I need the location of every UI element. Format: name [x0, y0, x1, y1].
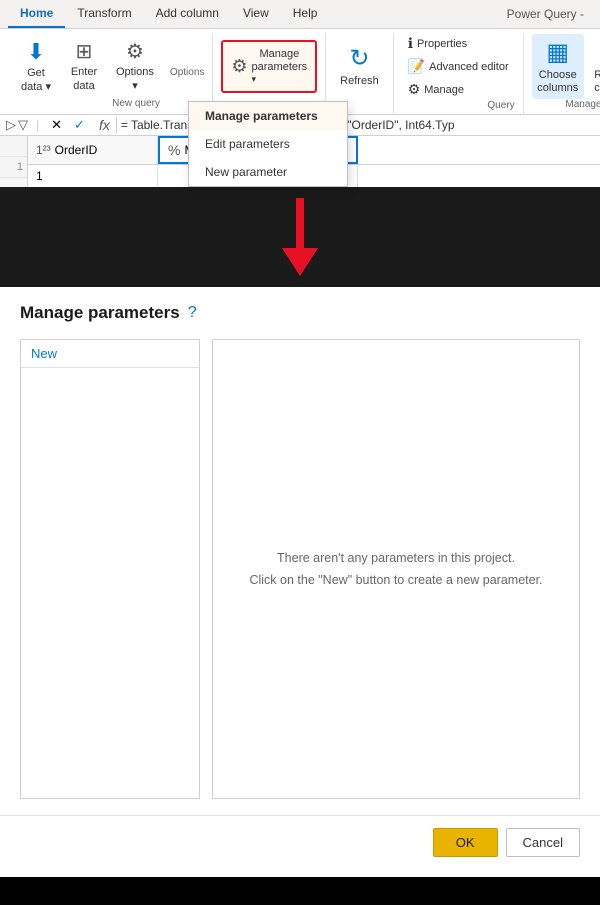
col-header-orderid[interactable]: 1²³ OrderID [28, 136, 158, 164]
dialog-header: Manage parameters ? [0, 287, 600, 331]
enter-data-label: Enterdata [71, 66, 97, 92]
tab-view[interactable]: View [231, 0, 281, 28]
formula-close-icon[interactable]: ✕ [47, 117, 66, 133]
margin-percent-icon: % [168, 142, 180, 158]
advanced-editor-button[interactable]: 📝 Advanced editor [402, 56, 515, 77]
no-params-message: There aren't any parameters in this proj… [249, 547, 542, 592]
choose-columns-icon: ▦ [546, 38, 569, 67]
manage-parameters-button[interactable]: ⚙ Manage parameters ▾ [221, 40, 317, 93]
choose-columns-label: Choose columns [537, 69, 578, 95]
group-query: ℹ Properties 📝 Advanced editor ⚙ Manage … [394, 33, 524, 114]
tab-add-column[interactable]: Add column [144, 0, 231, 28]
advanced-editor-icon: 📝 [408, 58, 425, 75]
ok-button[interactable]: OK [433, 828, 498, 857]
dialog-title: Manage parameters [20, 303, 180, 323]
refresh-button[interactable]: ↻ Refresh [334, 40, 385, 92]
col-header-label: OrderID [55, 143, 98, 157]
formula-check-icon[interactable]: ✓ [70, 117, 89, 133]
manage-columns-group-label: Manage columns [565, 99, 600, 113]
options-group-label: Options [170, 67, 204, 81]
choose-columns-button[interactable]: ▦ Choose columns [532, 34, 584, 99]
line-numbers: 1 [0, 136, 28, 187]
properties-icon: ℹ [408, 35, 413, 52]
tab-transform[interactable]: Transform [65, 0, 143, 28]
get-data-label: Getdata ▾ [21, 67, 51, 93]
line-num-header [0, 136, 27, 157]
properties-label: Properties [417, 38, 467, 50]
params-list-panel: New [20, 339, 200, 799]
ribbon-tabs: Home Transform Add column View Help Powe… [0, 0, 600, 29]
new-query-label: New query [112, 98, 160, 112]
arrow-head [282, 248, 318, 276]
dialog-body: New There aren't any parameters in this … [0, 331, 600, 815]
get-data-button[interactable]: ⬇ Getdata ▾ [14, 35, 58, 97]
dropdown-edit-parameters[interactable]: Edit parameters [189, 130, 347, 158]
params-detail-panel: There aren't any parameters in this proj… [212, 339, 580, 799]
query-group-label: Query [487, 100, 514, 114]
manage-icon: ⚙ [408, 81, 421, 98]
advanced-editor-label: Advanced editor [429, 61, 509, 73]
manage-label: Manage [424, 84, 464, 96]
manage-params-label: Manage parameters [252, 48, 308, 74]
dropdown-new-parameter[interactable]: New parameter [189, 158, 347, 186]
refresh-label: Refresh [340, 75, 379, 88]
line-num-1: 1 [0, 157, 27, 178]
ribbon-body: ⬇ Getdata ▾ ⊞ Enterdata ⚙ Options ▾ New … [0, 29, 600, 115]
orderid-value: 1 [36, 169, 43, 183]
options-icon: ⚙ [126, 39, 144, 64]
dialog-footer: OK Cancel [0, 815, 600, 877]
formula-nav: ▷ ▽ [6, 117, 28, 133]
properties-button[interactable]: ℹ Properties [402, 33, 515, 54]
group-new-query: ⬇ Getdata ▾ ⊞ Enterdata ⚙ Options ▾ New … [6, 33, 213, 114]
col-type-icon: 1²³ [36, 143, 51, 157]
refresh-group-label [382, 93, 385, 107]
options-button[interactable]: ⚙ Options ▾ [110, 35, 160, 96]
remove-columns-label: Remove columns [594, 69, 600, 95]
manage-button[interactable]: ⚙ Manage [402, 79, 515, 100]
nav-collapse-icon[interactable]: ▽ [18, 117, 28, 133]
data-cell-orderid[interactable]: 1 [28, 165, 158, 187]
ribbon-section: Home Transform Add column View Help Powe… [0, 0, 600, 187]
no-params-line1: There aren't any parameters in this proj… [249, 547, 542, 570]
nav-expand-icon[interactable]: ▷ [6, 117, 16, 133]
tab-help[interactable]: Help [281, 0, 330, 28]
cancel-button[interactable]: Cancel [506, 828, 580, 857]
remove-columns-button[interactable]: ✕ Remove columns [588, 34, 600, 99]
help-icon[interactable]: ? [188, 304, 197, 322]
options-label: Options ▾ [116, 66, 154, 92]
dropdown-manage-parameters[interactable]: Manage parameters [189, 102, 347, 130]
enter-data-icon: ⊞ [76, 39, 93, 64]
get-data-icon: ⬇ [27, 39, 45, 65]
group-manage-columns: ▦ Choose columns ✕ Remove columns Manage… [524, 33, 600, 114]
formula-fx-label: fx [93, 117, 117, 133]
down-arrow [282, 198, 318, 276]
dialog-section: Manage parameters ? New There aren't any… [0, 287, 600, 877]
refresh-icon: ↻ [349, 44, 369, 73]
new-param-button[interactable]: New [21, 340, 199, 368]
manage-params-dropdown: Manage parameters Edit parameters New pa… [188, 101, 348, 187]
manage-params-icon: ⚙ [231, 56, 247, 77]
arrow-section [0, 187, 600, 287]
app-title: Power Query - [507, 7, 592, 21]
tab-home[interactable]: Home [8, 0, 65, 28]
no-params-line2: Click on the "New" button to create a ne… [249, 569, 542, 592]
arrow-shaft [296, 198, 304, 248]
enter-data-button[interactable]: ⊞ Enterdata [62, 35, 106, 96]
